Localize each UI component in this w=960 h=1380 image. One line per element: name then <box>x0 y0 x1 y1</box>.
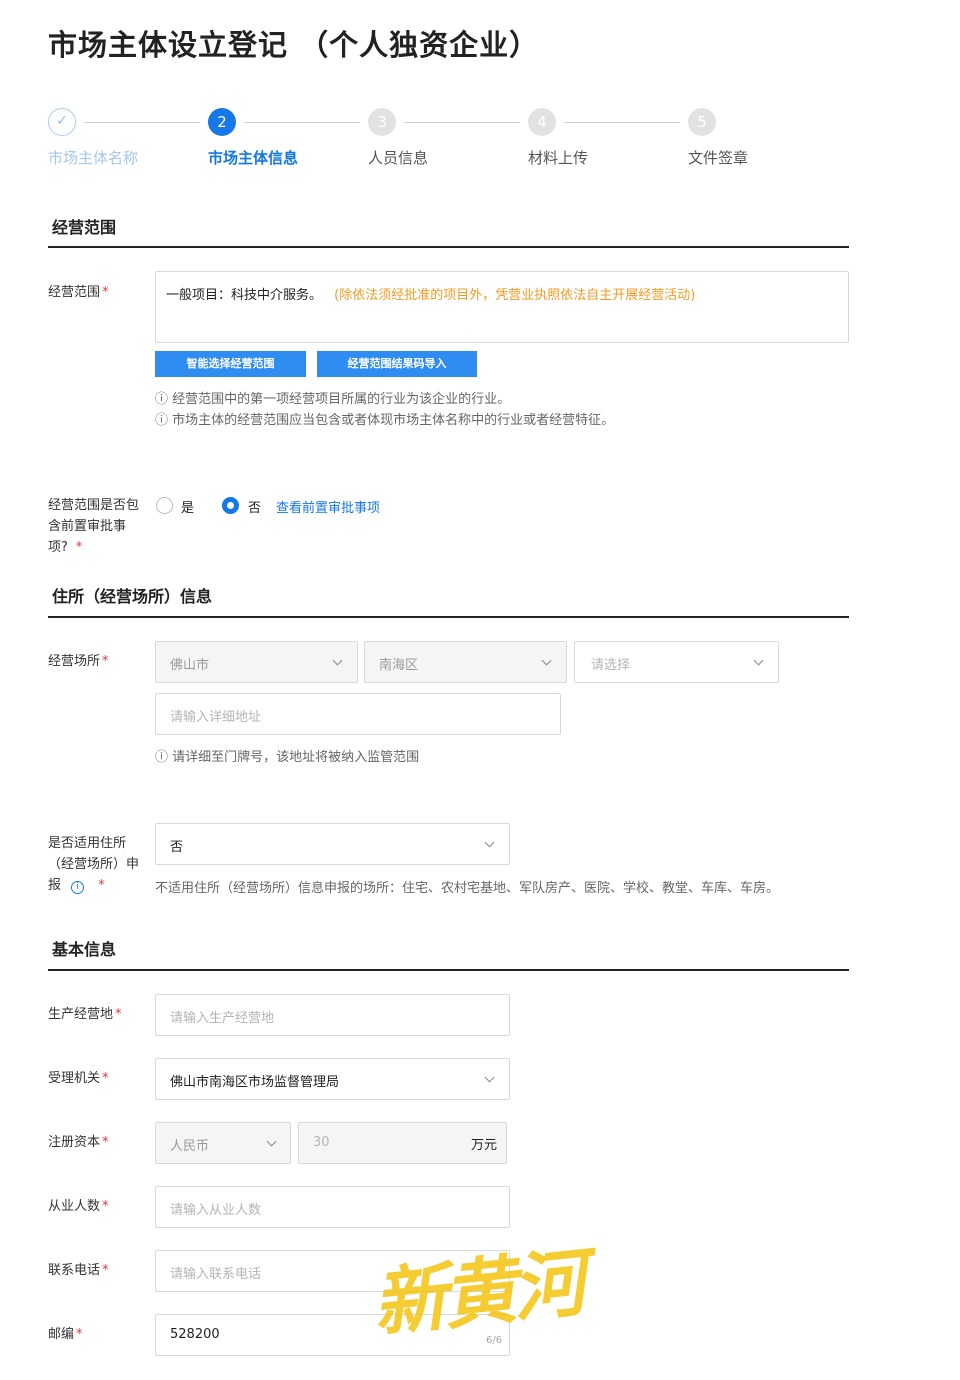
scope-hint-1: ⓘ 经营范围中的第一项经营项目所属的行业为该企业的行业。 <box>155 392 511 407</box>
chevron-down-icon <box>541 655 552 666</box>
currency-select[interactable]: 人民币 <box>155 1122 291 1164</box>
chevron-down-icon <box>753 655 764 666</box>
chevron-down-icon <box>266 1136 277 1147</box>
import-scope-code-button[interactable]: 经营范围结果码导入 <box>317 351 477 377</box>
step-connector <box>244 122 360 123</box>
step-3-number: 3 <box>368 108 396 136</box>
section-title-business-scope: 经营范围 <box>52 218 117 237</box>
postcode-label: 邮编 * <box>48 1327 83 1342</box>
watermark-logo: 新黄河 <box>368 1240 587 1348</box>
pre-approval-label: 经营范围是否包 含前置审批事 项? * <box>48 498 140 555</box>
capital-unit: 万元 <box>471 1138 498 1153</box>
business-scope-textarea[interactable]: 一般项目：科技中介服务。 (除依法须经批准的项目外，凭营业执照依法自主开展经营活… <box>155 271 849 343</box>
authority-select[interactable]: 佛山市南海区市场监督管理局 <box>155 1058 510 1100</box>
section-title-basic: 基本信息 <box>52 940 117 959</box>
phone-label: 联系电话 * <box>48 1263 109 1278</box>
business-scope-text: 一般项目：科技中介服务。 <box>166 288 323 303</box>
detail-address-input[interactable]: 请输入详细地址 <box>155 693 561 735</box>
info-icon[interactable]: i <box>71 881 85 894</box>
step-connector <box>404 122 520 123</box>
apply-declaration-select[interactable]: 否 <box>155 823 510 865</box>
radio-yes-label[interactable]: 是 <box>181 497 194 516</box>
capital-input[interactable]: 30 万元 <box>298 1122 507 1164</box>
staff-count-input[interactable]: 请输入从业人数 <box>155 1186 510 1228</box>
smart-select-scope-button[interactable]: 智能选择经营范围 <box>155 351 306 377</box>
view-pre-approval-link[interactable]: 查看前置审批事项 <box>276 497 380 516</box>
scope-hint-2: ⓘ 市场主体的经营范围应当包含或者体现市场主体名称中的行业或者经营特征。 <box>155 413 615 428</box>
apply-declaration-note: 不适用住所（经营场所）信息申报的场所：住宅、农村宅基地、军队房产、医院、学校、教… <box>155 881 780 896</box>
step-4-label: 材料上传 <box>528 149 589 167</box>
apply-declaration-label: 是否适用住所 （经营场所）申 报 i * <box>48 836 140 894</box>
staff-count-label: 从业人数 * <box>48 1199 109 1214</box>
radio-yes[interactable] <box>156 497 173 514</box>
step-1-label[interactable]: 市场主体名称 <box>48 147 138 168</box>
chevron-down-icon <box>332 655 343 666</box>
street-select[interactable]: 请选择 <box>574 641 779 683</box>
page-title: 市场主体设立登记 （个人独资企业） <box>48 28 540 62</box>
production-place-input[interactable]: 请输入生产经营地 <box>155 994 510 1036</box>
section-divider <box>48 969 849 971</box>
step-5-number: 5 <box>688 108 716 136</box>
required-mark: * <box>102 285 109 300</box>
step-3-label: 人员信息 <box>368 149 429 167</box>
city-select[interactable]: 佛山市 <box>155 641 358 683</box>
step-5-label: 文件签章 <box>688 149 749 167</box>
chevron-down-icon <box>484 1072 495 1083</box>
district-select[interactable]: 南海区 <box>364 641 567 683</box>
section-title-address: 住所（经营场所）信息 <box>52 587 213 606</box>
address-hint: ⓘ 请详细至门牌号，该地址将被纳入监管范围 <box>155 750 420 765</box>
chevron-down-icon <box>484 837 495 848</box>
step-4-number: 4 <box>528 108 556 136</box>
authority-label: 受理机关 * <box>48 1071 109 1086</box>
business-place-label: 经营场所 * <box>48 654 109 669</box>
step-1-check-icon[interactable]: ✓ <box>48 108 76 136</box>
business-scope-label: 经营范围 * <box>48 285 109 300</box>
radio-no[interactable] <box>222 497 239 514</box>
step-2-label[interactable]: 市场主体信息 <box>208 147 298 168</box>
section-divider <box>48 246 849 248</box>
business-scope-note: (除依法须经批准的项目外，凭营业执照依法自主开展经营活动) <box>334 288 696 303</box>
section-divider <box>48 616 849 618</box>
radio-no-label[interactable]: 否 <box>248 497 261 516</box>
capital-label: 注册资本 * <box>48 1135 109 1150</box>
step-connector <box>564 122 680 123</box>
step-2-number[interactable]: 2 <box>208 108 236 136</box>
production-place-label: 生产经营地 * <box>48 1007 122 1022</box>
step-connector <box>84 122 200 123</box>
